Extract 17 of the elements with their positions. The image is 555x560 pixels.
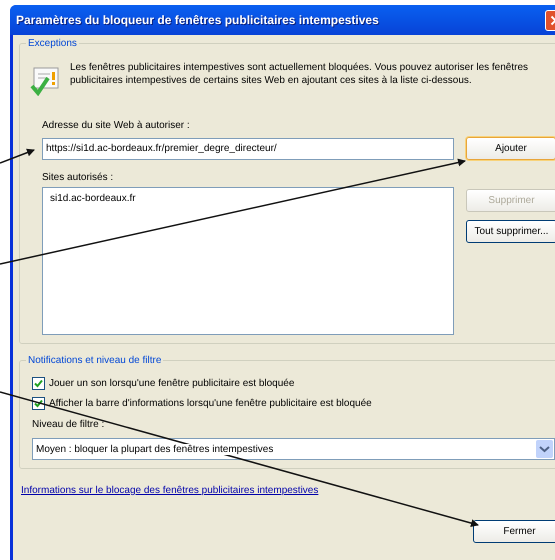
checkmark-icon (34, 378, 43, 388)
info-link[interactable]: Informations sur le blocage des fenêtres publicitaires intempestives (21, 483, 318, 498)
filter-dropdown[interactable]: Moyen : bloquer la plupart des fenêtres intempestives (32, 438, 555, 460)
option-checkbox[interactable]: Jouer un son lorsqu'une fenêtre publicitaire est bloquée (32, 373, 555, 393)
option-checkbox[interactable]: Afficher la barre d'informations lorsqu'une fenêtre publicitaire est bloquée (32, 393, 555, 413)
close-dialog-button[interactable]: Fermer (473, 520, 555, 543)
description-text: Les fenêtres publicitaires intempestives sont actuellement bloquées. Vous pouvez autoriser les fenêtres publicitaires intempestives de certains sites Web en ajoutant ces sites à la liste ci-dessous. (70, 61, 530, 87)
sites-label: Sites autorisés : (42, 171, 114, 185)
address-label: Adresse du site Web à autoriser : (42, 119, 191, 133)
address-field[interactable]: https://si1d.ac-bordeaux.fr/premier_degre_directeur/ (42, 138, 454, 160)
window-title: Paramètres du bloqueur de fenêtres publicitaires intempestives (16, 12, 380, 29)
filter-label: Niveau de filtre : (32, 418, 106, 432)
group-legend: Exceptions (26, 36, 79, 51)
site-item[interactable]: si1d.ac-bordeaux.fr (46, 191, 140, 206)
checkmark-icon (34, 398, 43, 408)
remove-all-button[interactable]: Tout supprimer... (466, 220, 555, 243)
add-button[interactable]: Ajouter (466, 137, 555, 160)
